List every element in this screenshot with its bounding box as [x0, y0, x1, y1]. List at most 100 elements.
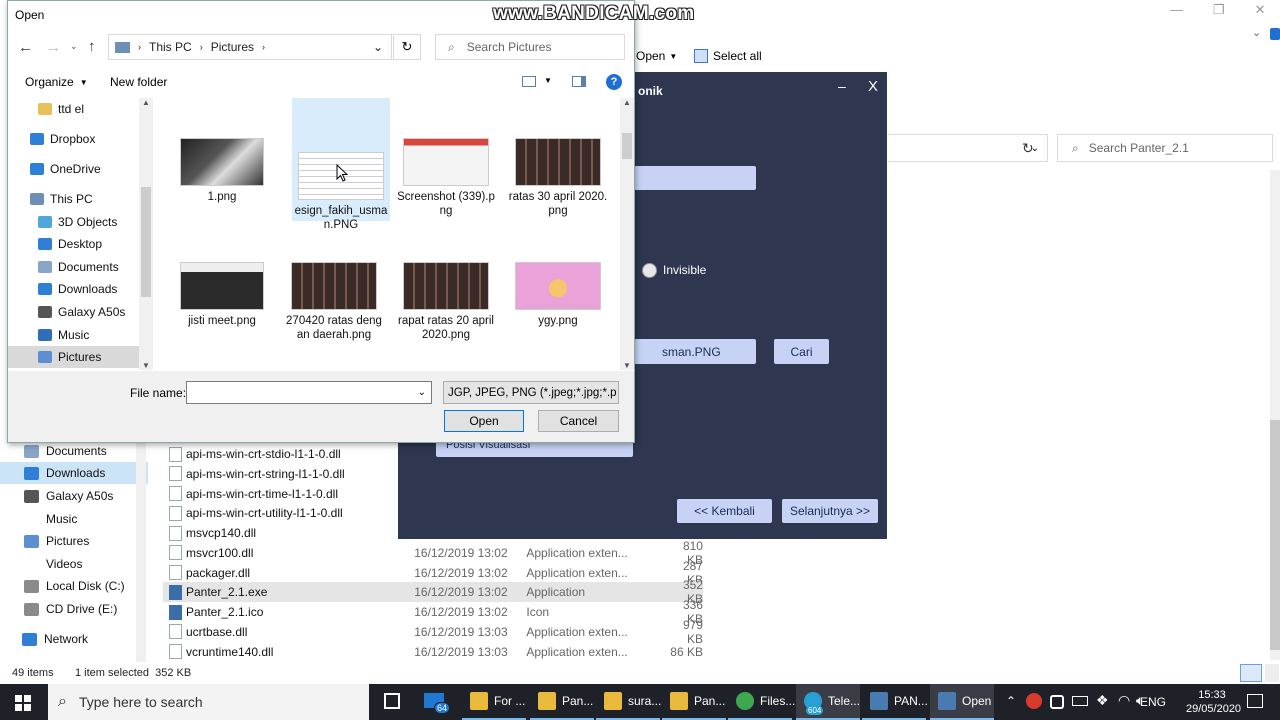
nav-item-documents[interactable]: Documents [8, 256, 146, 278]
forward-arrow-icon[interactable]: → [46, 39, 61, 56]
recent-locations-icon[interactable]: ⌄ [70, 41, 78, 52]
back-arrow-icon[interactable]: ← [18, 39, 33, 56]
close-icon[interactable]: ✕ [1255, 2, 1266, 18]
file-thumbnail[interactable]: 1.png [172, 138, 272, 204]
cancel-button[interactable]: Cancel [538, 410, 619, 432]
sidebar-item-local-disk-c-[interactable]: Local Disk (C:) [0, 575, 148, 597]
nav-item-this-pc[interactable]: This PC [8, 188, 146, 210]
large-icons-view-icon[interactable] [1265, 664, 1279, 682]
taskbar-app-4[interactable]: Files... [728, 684, 795, 720]
file-thumbnail[interactable]: ratas 30 april 2020.png [508, 138, 608, 218]
chevron-down-icon[interactable]: ⌄ [373, 40, 383, 54]
taskbar-app-3[interactable]: Pan... [662, 684, 726, 720]
taskbar-search-box[interactable]: ⌕ Type here to search [48, 684, 369, 720]
select-all-button[interactable]: Select all [694, 46, 762, 66]
nav-item-galaxy-a50s[interactable]: Galaxy A50s [8, 301, 146, 323]
nav-item-music[interactable]: Music [8, 324, 146, 346]
details-view-icon[interactable] [1240, 664, 1262, 682]
sidebar-item-downloads[interactable]: Downloads [0, 462, 148, 484]
up-arrow-icon[interactable]: ↑ [88, 38, 96, 55]
back-button[interactable]: << Kembali [677, 499, 772, 523]
nav-item-ttd-el[interactable]: ttd el [8, 98, 146, 120]
help-icon[interactable] [1270, 28, 1280, 40]
radio-icon[interactable] [642, 262, 657, 278]
refresh-icon[interactable]: ↻ [1022, 140, 1034, 157]
table-row[interactable]: Panter_2.1.exe 16/12/2019 13:02 Applicatio… [163, 578, 703, 606]
scroll-up-icon[interactable]: ▲ [139, 98, 153, 107]
wifi-icon[interactable]: ◠ [1118, 692, 1130, 709]
breadcrumb-this-pc[interactable]: This PC [149, 40, 192, 54]
taskbar-app-0[interactable]: For ... [462, 684, 526, 720]
sidebar-item-music[interactable]: Music [0, 508, 148, 530]
sidebar-scrollbar[interactable] [136, 440, 146, 662]
next-button[interactable]: Selanjutnya >> [782, 499, 878, 523]
maximize-icon[interactable]: ❐ [1213, 2, 1225, 18]
address-bar[interactable]: › This PC › Pictures › ⌄ [108, 34, 392, 60]
file-type-filter-select[interactable]: JGP, JPEG, PNG (*.jpeg;*.jpg;*.p ⌄ [443, 381, 619, 404]
file-path-field[interactable]: sman.PNG [634, 339, 756, 364]
show-hidden-icons-icon[interactable]: ⌃ [1006, 694, 1016, 708]
file-thumbnail[interactable]: ygy.png [508, 262, 608, 328]
clock[interactable]: 15:33 29/05/2020 [1186, 688, 1241, 716]
search-box[interactable]: ⌕ Search Panter_2.1 [1057, 134, 1273, 162]
open-button[interactable]: Open [444, 410, 524, 432]
nav-scrollbar[interactable]: ▲ ▼ [139, 98, 153, 370]
dropbox-tray-icon[interactable]: ❖ [1096, 692, 1109, 709]
table-row[interactable]: vcruntime140.dll 16/12/2019 13:03 Applicat… [163, 642, 703, 662]
windows-start-icon[interactable] [15, 695, 31, 711]
content-scrollbar[interactable]: ▲ ▼ [620, 98, 634, 370]
change-view-icon[interactable] [522, 76, 536, 87]
breadcrumb-pictures[interactable]: Pictures [211, 40, 254, 54]
nav-item-pictures[interactable]: Pictures [8, 346, 146, 368]
nav-item-onedrive[interactable]: OneDrive [8, 158, 146, 180]
bandicam-tray-icon[interactable] [1026, 693, 1042, 709]
nav-item-3d-objects[interactable]: 3D Objects [8, 211, 146, 233]
taskbar-app-6[interactable]: PAN... [862, 684, 928, 720]
table-row[interactable]: ucrtbase.dll 16/12/2019 13:03 Application … [163, 618, 703, 646]
taskbar-app-7[interactable]: Open [930, 684, 994, 720]
battery-icon[interactable] [1072, 696, 1088, 706]
file-thumbnail[interactable]: jisti meet.png [172, 262, 272, 328]
language-indicator[interactable]: ENG [1140, 695, 1166, 709]
preview-pane-icon[interactable] [572, 76, 586, 87]
ribbon-expand-icon[interactable]: ⌄ [1252, 26, 1261, 39]
mail-app[interactable]: 64 [424, 690, 451, 714]
file-thumbnail[interactable]: 270420 ratas dengan daerah.png [284, 262, 384, 342]
search-box[interactable]: ⌕ Search Pictures [435, 34, 625, 60]
new-folder-button[interactable]: New folder [110, 75, 167, 89]
sidebar-item-videos[interactable]: Videos [0, 553, 148, 575]
scroll-down-icon[interactable]: ▼ [139, 361, 153, 370]
nav-item-downloads[interactable]: Downloads [8, 278, 146, 300]
sidebar-item-galaxy-a50s[interactable]: Galaxy A50s [0, 485, 148, 507]
table-row[interactable]: Panter_2.1.ico 16/12/2019 13:02 Icon 336 KB [163, 598, 703, 626]
file-thumbnail[interactable]: rapat ratas 20 april 2020.png [396, 262, 496, 342]
notifications-icon[interactable] [1247, 694, 1263, 708]
dropdown-arrow-icon[interactable]: ▼ [544, 76, 552, 85]
close-button[interactable]: X [868, 78, 878, 95]
sidebar-item-network[interactable]: Network [0, 628, 148, 650]
nav-item-desktop[interactable]: Desktop [8, 233, 146, 255]
scrollbar-thumb[interactable] [622, 133, 632, 159]
scroll-up-icon[interactable]: ▲ [620, 98, 634, 107]
table-row[interactable]: msvcr100.dll 16/12/2019 13:02 Application … [163, 539, 703, 567]
taskbar-app-5[interactable]: Tele... [796, 684, 860, 720]
tray-app-icon[interactable] [1050, 695, 1064, 709]
help-icon[interactable]: ? [606, 74, 622, 90]
taskbar-app-1[interactable]: Pan... [530, 684, 594, 720]
sidebar-item-documents[interactable]: Documents [0, 440, 148, 462]
text-field[interactable] [634, 166, 756, 190]
ribbon-open-button[interactable]: Open ▼ [636, 46, 677, 66]
scrollbar-thumb[interactable] [141, 187, 151, 297]
scrollbar-thumb[interactable] [1270, 420, 1280, 650]
sidebar-item-cd-drive-e-[interactable]: CD Drive (E:) [0, 598, 148, 620]
table-row[interactable]: packager.dll 16/12/2019 13:02 Application … [163, 559, 703, 587]
file-thumbnail[interactable]: Screenshot (339).png [396, 138, 496, 218]
file-name-input[interactable]: ⌄ [186, 381, 432, 404]
cari-button[interactable]: Cari [774, 339, 829, 364]
minimize-icon[interactable]: — [1170, 2, 1183, 18]
invisible-radio[interactable]: Invisible [642, 262, 706, 278]
nav-item-dropbox[interactable]: Dropbox [8, 128, 146, 150]
minimize-button[interactable]: – [838, 78, 846, 94]
scroll-down-icon[interactable]: ▼ [620, 361, 634, 370]
refresh-icon[interactable]: ↻ [393, 34, 421, 60]
